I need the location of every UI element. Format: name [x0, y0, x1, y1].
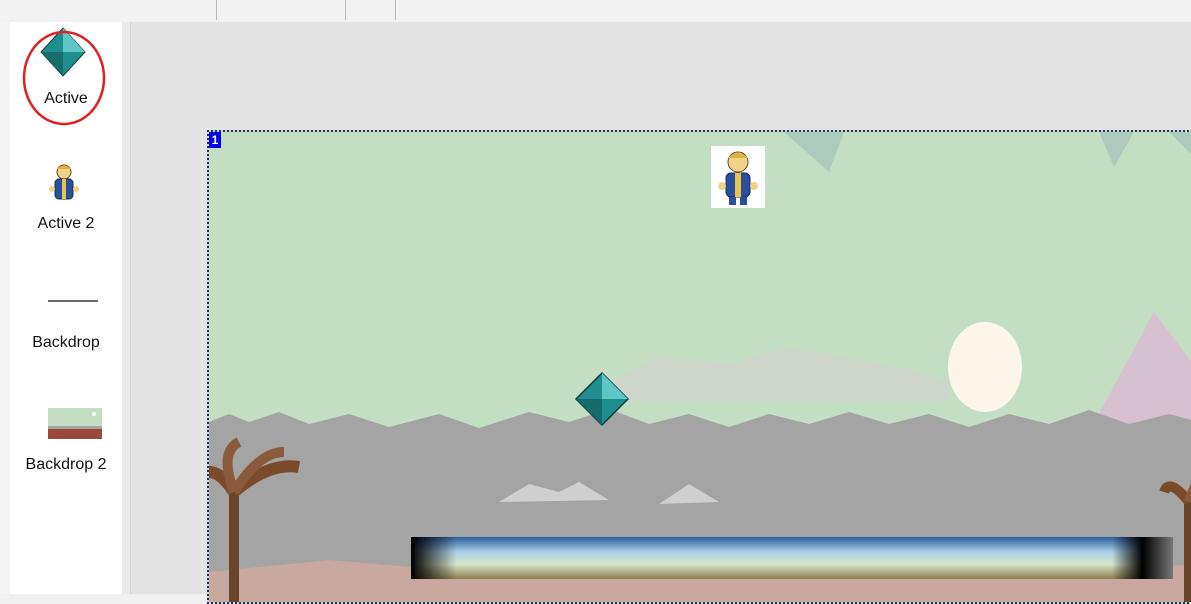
- object-label: Active 2: [37, 215, 95, 232]
- toolbar-separator: [345, 0, 346, 20]
- object-item-active[interactable]: Active: [10, 22, 122, 127]
- object-item-active-2[interactable]: Active 2: [10, 157, 122, 252]
- object-label: Backdrop 2: [25, 456, 107, 473]
- object-label: Backdrop: [32, 334, 100, 351]
- frame-editor-workspace: 1: [131, 22, 1191, 604]
- landscape-backdrop-icon: [48, 408, 102, 439]
- diamond-icon: [22, 27, 106, 126]
- vault-boy-icon: [49, 164, 79, 200]
- backdrop-2-object[interactable]: [411, 537, 1173, 579]
- toolbar: [0, 0, 1191, 23]
- object-list-panel: Active Active 2 Backdrop Backdrop 2: [10, 22, 123, 594]
- toolbar-separator: [395, 0, 396, 20]
- object-item-backdrop-2[interactable]: Backdrop 2: [10, 400, 122, 495]
- panel-scrollbar[interactable]: [122, 22, 131, 594]
- backdrop-landscape: [209, 132, 1191, 602]
- toolbar-separator: [216, 0, 217, 20]
- diamond-object[interactable]: [574, 371, 630, 427]
- frame-canvas[interactable]: 1: [207, 130, 1191, 604]
- line-backdrop-icon: [48, 300, 98, 302]
- object-item-backdrop[interactable]: Backdrop: [10, 284, 122, 379]
- frame-number-badge: 1: [209, 132, 221, 148]
- object-label: Active: [44, 90, 88, 107]
- vault-boy-object[interactable]: [711, 146, 765, 208]
